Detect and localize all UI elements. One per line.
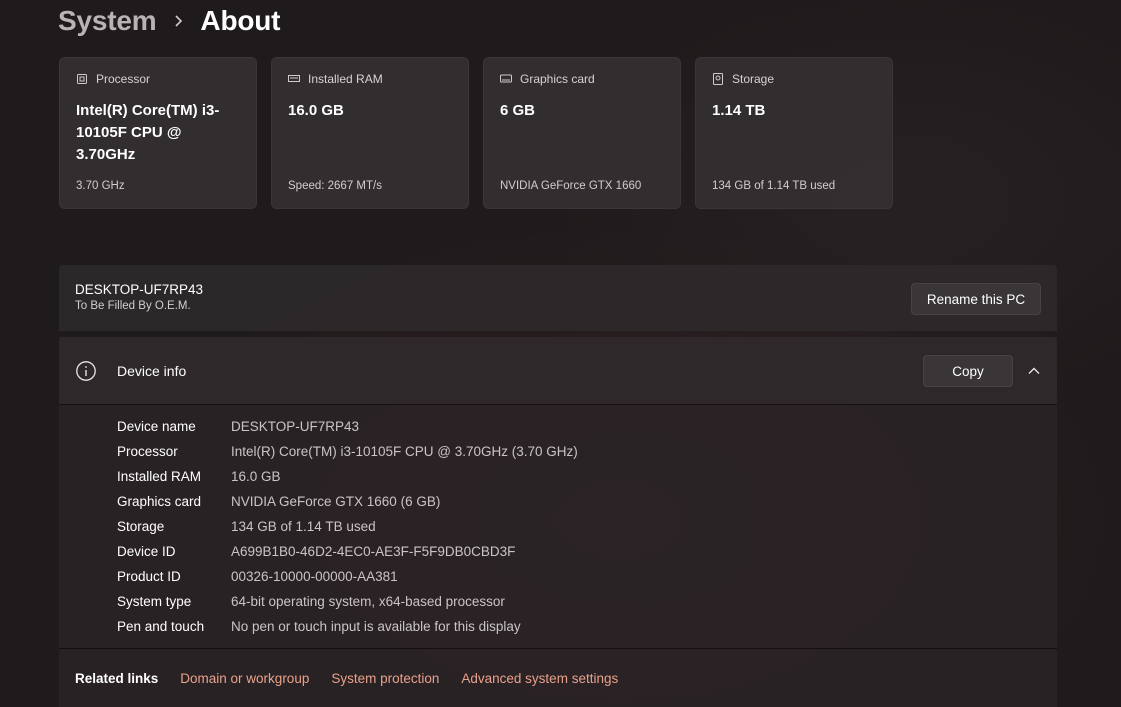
spec-key: Storage — [117, 519, 165, 534]
ram-icon — [288, 73, 300, 85]
copy-button[interactable]: Copy — [923, 355, 1013, 387]
device-info-header[interactable]: Device info Copy — [59, 337, 1057, 405]
spec-key: Installed RAM — [117, 469, 202, 484]
pc-name-section: DESKTOP-UF7RP43 To Be Filled By O.E.M. R… — [59, 265, 1057, 331]
pc-model: To Be Filled By O.E.M. — [75, 300, 191, 312]
ram-card: Installed RAM 16.0 GB Speed: 2667 MT/s — [271, 57, 469, 209]
spec-row: Storage 134 GB of 1.14 TB used — [117, 514, 578, 539]
spec-value: Intel(R) Core(TM) i3-10105F CPU @ 3.70GH… — [231, 444, 578, 459]
storage-icon — [712, 73, 724, 85]
spec-cards: Processor Intel(R) Core(TM) i3-10105F CP… — [59, 57, 893, 209]
spec-value: No pen or touch input is available for t… — [231, 619, 521, 634]
spec-row: Device ID A699B1B0-46D2-4EC0-AE3F-F5F9DB… — [117, 539, 578, 564]
processor-card-value: Intel(R) Core(TM) i3-10105F CPU @ 3.70GH… — [76, 102, 220, 163]
spec-value: A699B1B0-46D2-4EC0-AE3F-F5F9DB0CBD3F — [231, 544, 516, 559]
related-links-label: Related links — [75, 670, 159, 686]
chevron-right-icon — [156, 14, 200, 28]
spec-key: Processor — [117, 444, 178, 459]
device-info-title: Device info — [117, 363, 187, 379]
processor-icon — [76, 73, 88, 85]
graphics-card-card: Graphics card 6 GB NVIDIA GeForce GTX 16… — [483, 57, 681, 209]
spec-value: DESKTOP-UF7RP43 — [231, 419, 360, 434]
spec-row: System type 64-bit operating system, x64… — [117, 589, 578, 614]
spec-value: 00326-10000-00000-AA381 — [231, 569, 398, 584]
storage-card-sub: 134 GB of 1.14 TB used — [712, 180, 836, 192]
spec-row: Product ID 00326-10000-00000-AA381 — [117, 564, 578, 589]
ram-card-value: 16.0 GB — [288, 102, 344, 119]
spec-row: Installed RAM 16.0 GB — [117, 464, 578, 489]
storage-card-label: Storage — [732, 72, 775, 86]
ram-card-sub: Speed: 2667 MT/s — [288, 180, 382, 192]
spec-key: Device ID — [117, 544, 176, 559]
processor-card-label: Processor — [96, 72, 151, 86]
spec-value: 16.0 GB — [231, 469, 281, 484]
spec-key: Product ID — [117, 569, 181, 584]
spec-row: Device name DESKTOP-UF7RP43 — [117, 414, 578, 439]
graphics-card-sub: NVIDIA GeForce GTX 1660 — [500, 180, 642, 192]
ram-card-label: Installed RAM — [308, 72, 383, 86]
system-protection-link[interactable]: System protection — [331, 671, 439, 686]
pc-name: DESKTOP-UF7RP43 — [75, 282, 204, 297]
breadcrumb-system-link[interactable]: System — [58, 5, 157, 37]
storage-card: Storage 1.14 TB 134 GB of 1.14 TB used — [695, 57, 893, 209]
chevron-up-icon[interactable] — [1027, 364, 1041, 378]
spec-key: System type — [117, 594, 192, 609]
spec-value: 64-bit operating system, x64-based proce… — [231, 594, 505, 609]
device-info-expander: Device info Copy Device name DESKTOP-UF7… — [59, 337, 1057, 707]
spec-value: NVIDIA GeForce GTX 1660 (6 GB) — [231, 494, 441, 509]
processor-card-sub: 3.70 GHz — [76, 180, 125, 192]
domain-workgroup-link[interactable]: Domain or workgroup — [180, 671, 309, 686]
spec-value: 134 GB of 1.14 TB used — [231, 519, 376, 534]
spec-row: Pen and touch No pen or touch input is a… — [117, 614, 578, 639]
spec-key: Graphics card — [117, 494, 202, 509]
spec-row: Graphics card NVIDIA GeForce GTX 1660 (6… — [117, 489, 578, 514]
graphics-card-label: Graphics card — [520, 72, 595, 86]
rename-pc-button[interactable]: Rename this PC — [911, 283, 1041, 315]
page-title: About — [200, 5, 281, 36]
processor-card: Processor Intel(R) Core(TM) i3-10105F CP… — [59, 57, 257, 209]
breadcrumb: System About — [58, 2, 280, 40]
related-links: Related links Domain or workgroup System… — [59, 648, 1057, 707]
storage-card-value: 1.14 TB — [712, 102, 766, 119]
info-icon — [75, 360, 97, 382]
advanced-system-settings-link[interactable]: Advanced system settings — [461, 671, 618, 686]
spec-key: Device name — [117, 419, 196, 434]
spec-row: Processor Intel(R) Core(TM) i3-10105F CP… — [117, 439, 578, 464]
device-spec-table: Device name DESKTOP-UF7RP43 Processor In… — [117, 414, 578, 639]
spec-key: Pen and touch — [117, 619, 205, 634]
graphics-card-icon — [500, 73, 512, 85]
graphics-card-value: 6 GB — [500, 102, 536, 119]
